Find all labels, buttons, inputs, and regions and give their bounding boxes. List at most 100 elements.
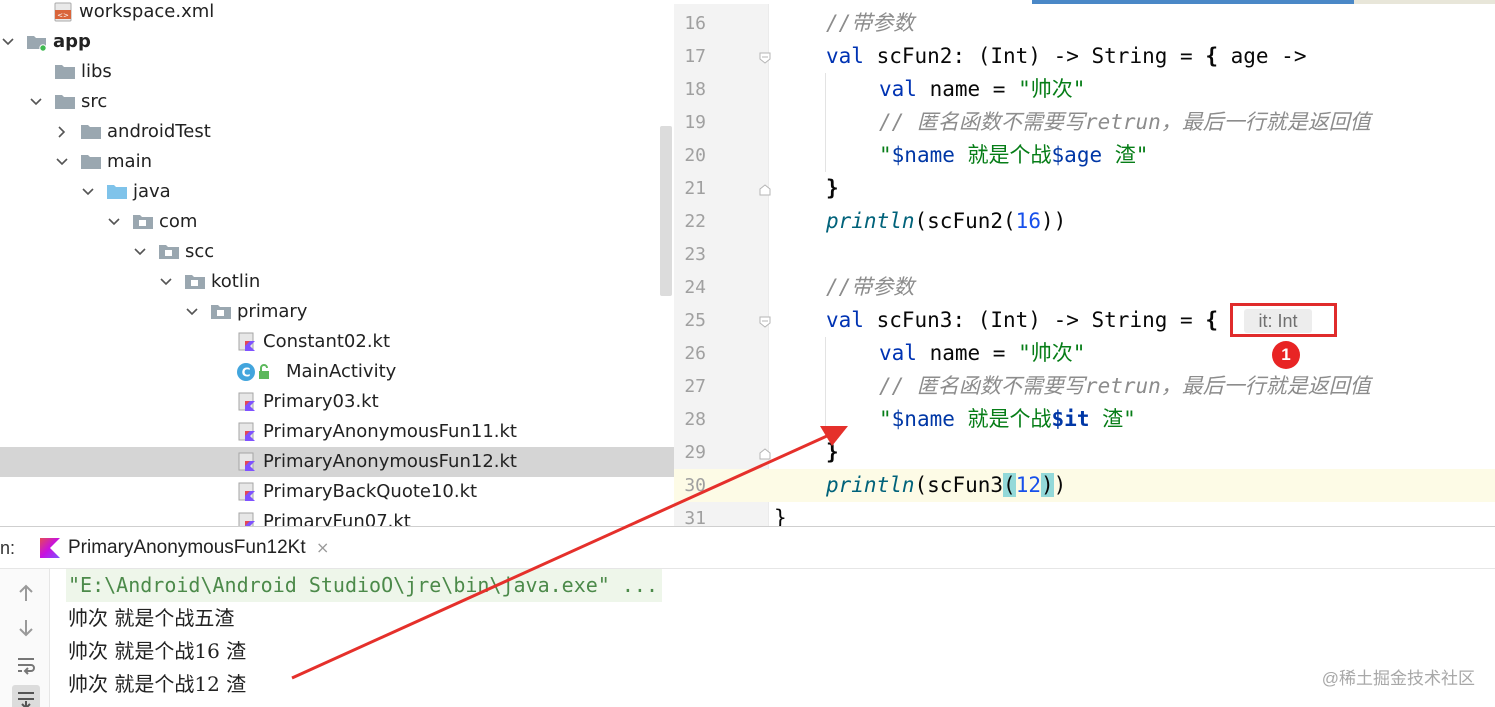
tree-item[interactable]: PrimaryAnonymousFun12.kt <box>0 447 674 477</box>
run-header: n: PrimaryAnonymousFun12Kt × <box>0 527 1495 569</box>
tree-item[interactable]: main <box>0 147 674 177</box>
chevron-down-icon[interactable] <box>80 177 96 207</box>
run-config-tab[interactable]: PrimaryAnonymousFun12Kt × <box>36 527 341 569</box>
svg-text:C: C <box>242 366 251 380</box>
code-line-31: 31 } <box>674 502 1495 526</box>
chevron-down-icon[interactable] <box>184 297 200 327</box>
project-tree: <> workspace.xml app libs src androidTest main… <box>0 0 674 526</box>
soft-wrap-button[interactable] <box>12 651 40 679</box>
console-command-line: "E:\Android\Android StudioO\jre\bin\java… <box>66 569 663 602</box>
tree-item[interactable]: src <box>0 87 674 117</box>
code-text: println(scFun3(12)) <box>826 473 1067 497</box>
fold-marker-icon[interactable] <box>758 50 772 64</box>
line-number: 30 <box>684 475 706 496</box>
kotlin-file-icon <box>236 452 258 472</box>
code-line-25: 25 val scFun3: (Int) -> String = { <box>674 304 1495 337</box>
fold-marker-icon[interactable] <box>758 314 772 328</box>
line-number: 16 <box>684 13 706 34</box>
close-icon[interactable]: × <box>316 527 329 569</box>
fold-marker-icon[interactable] <box>758 446 772 460</box>
tree-item[interactable]: scc <box>0 237 674 267</box>
tree-item-label: PrimaryAnonymousFun12.kt <box>263 451 517 472</box>
code-text: "$name 就是个战$it 渣" <box>879 407 1136 431</box>
chevron-down-icon[interactable] <box>106 207 122 237</box>
tree-item[interactable]: androidTest <box>0 117 674 147</box>
tree-item-label: primary <box>237 301 308 322</box>
code-editor[interactable]: 16 //带参数 17 val scFun2: (Int) -> String … <box>674 0 1495 526</box>
line-number: 19 <box>684 112 706 133</box>
kotlin-icon <box>40 538 60 562</box>
tree-item[interactable]: libs <box>0 57 674 87</box>
line-number: 27 <box>684 376 706 397</box>
code-line-27: 27 // 匿名函数不需要写retrun，最后一行就是返回值 <box>674 370 1495 403</box>
tree-scrollbar[interactable] <box>660 126 672 296</box>
tree-item[interactable]: Constant02.kt <box>0 327 674 357</box>
line-number: 25 <box>684 310 706 331</box>
tree-item[interactable]: primary <box>0 297 674 327</box>
code-line-16: 16 //带参数 <box>674 7 1495 40</box>
module-folder-icon <box>26 32 48 52</box>
code-text: val name = "帅次" <box>879 77 1086 101</box>
chevron-right-icon[interactable] <box>54 117 70 147</box>
line-number: 24 <box>684 277 706 298</box>
code-text: println(scFun2(16)) <box>826 209 1067 233</box>
tree-item[interactable]: PrimaryBackQuote10.kt <box>0 477 674 507</box>
chevron-down-icon[interactable] <box>158 267 174 297</box>
code-line-20: 20 "$name 就是个战$age 渣" <box>674 139 1495 172</box>
tree-item-label: main <box>107 151 152 172</box>
code-line-29: 29 } <box>674 436 1495 469</box>
tree-item[interactable]: <> workspace.xml <box>0 0 674 27</box>
folder-icon <box>54 62 76 82</box>
annotation-step-badge: 1 <box>1272 341 1300 369</box>
editor-active-tab-indicator <box>1032 0 1354 4</box>
code-line-28: 28 "$name 就是个战$it 渣" <box>674 403 1495 436</box>
tree-item-label: kotlin <box>211 271 261 292</box>
code-line-18: 18 val name = "帅次" <box>674 73 1495 106</box>
code-line-21: 21 } <box>674 172 1495 205</box>
tree-item[interactable]: com <box>0 207 674 237</box>
chevron-down-icon[interactable] <box>0 27 16 57</box>
line-number: 31 <box>684 508 706 526</box>
tree-item[interactable]: app <box>0 27 674 57</box>
tree-item-label: src <box>81 91 108 112</box>
tree-item-label: libs <box>81 61 112 82</box>
tree-item[interactable]: Primary03.kt <box>0 387 674 417</box>
tree-item-label: androidTest <box>107 121 211 142</box>
tree-item-label: Constant02.kt <box>263 331 391 352</box>
tree-item[interactable]: PrimaryAnonymousFun11.kt <box>0 417 674 447</box>
package-icon <box>210 302 232 322</box>
source-folder-icon <box>106 182 128 202</box>
tree-item[interactable]: PrimaryFun07.kt <box>0 507 674 526</box>
scroll-to-end-button[interactable] <box>12 685 40 707</box>
tree-item[interactable]: java <box>0 177 674 207</box>
run-title-fragment: n: <box>0 538 16 558</box>
tree-item-label: scc <box>185 241 215 262</box>
folder-icon <box>80 122 102 142</box>
line-number: 17 <box>684 46 706 67</box>
line-number: 21 <box>684 178 706 199</box>
code-line-19: 19 // 匿名函数不需要写retrun，最后一行就是返回值 <box>674 106 1495 139</box>
tree-item-label: Primary03.kt <box>263 391 379 412</box>
line-number: 29 <box>684 442 706 463</box>
scroll-up-button[interactable] <box>12 579 40 607</box>
tree-item[interactable]: kotlin <box>0 267 674 297</box>
tree-item[interactable]: C MainActivity <box>0 357 674 387</box>
line-number: 20 <box>684 145 706 166</box>
line-number: 28 <box>684 409 706 430</box>
run-tool-window: n: PrimaryAnonymousFun12Kt × "E:\Android… <box>0 526 1495 707</box>
console-output-line: 帅次 就是个战16 渣 <box>68 639 247 663</box>
console-output-line: 帅次 就是个战12 渣 <box>68 672 247 696</box>
scroll-down-button[interactable] <box>12 614 40 642</box>
code-text: } <box>774 506 787 526</box>
chevron-down-icon[interactable] <box>54 147 70 177</box>
code-line-30: 30 println(scFun3(12)) <box>674 469 1495 502</box>
tree-item-label: com <box>159 211 198 232</box>
code-line-23: 23 <box>674 238 1495 271</box>
chevron-down-icon[interactable] <box>132 237 148 267</box>
code-comment: //带参数 <box>826 11 915 35</box>
code-line-24: 24 //带参数 <box>674 271 1495 304</box>
code-text: val name = "帅次" <box>879 341 1086 365</box>
tree-item-label: app <box>53 31 91 52</box>
chevron-down-icon[interactable] <box>28 87 44 117</box>
fold-marker-icon[interactable] <box>758 182 772 196</box>
